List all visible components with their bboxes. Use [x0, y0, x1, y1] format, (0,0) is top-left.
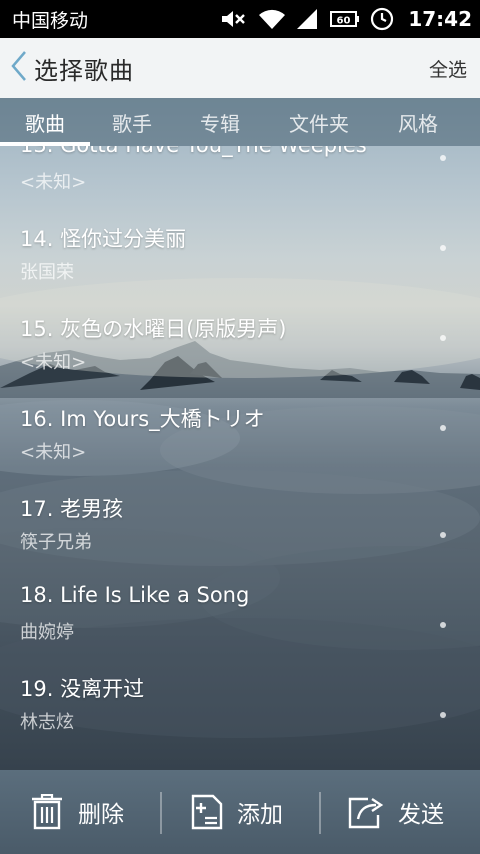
- category-tabs: 歌曲 歌手 专辑 文件夹 风格: [0, 98, 480, 146]
- send-label: 发送: [398, 802, 444, 828]
- wifi-icon: [258, 8, 286, 30]
- battery-level: 60: [337, 16, 351, 27]
- delete-label: 删除: [78, 802, 124, 828]
- status-time: 17:42: [408, 7, 472, 31]
- song-title: 17. 老男孩: [20, 497, 124, 521]
- toolbar-divider: [319, 792, 321, 834]
- song-title: 13. Gotta Have You_The Weepies: [20, 146, 367, 157]
- song-item[interactable]: 17. 老男孩 筷子兄弟: [0, 490, 480, 580]
- tab-genres-label: 风格: [398, 111, 438, 136]
- tab-albums-label: 专辑: [200, 111, 240, 136]
- select-dot-icon[interactable]: [440, 622, 446, 628]
- back-button[interactable]: [0, 38, 28, 98]
- song-item[interactable]: 16. Im Yours_大橋トリオ <未知>: [0, 400, 480, 490]
- bottom-toolbar: 删除 添加 发送: [0, 770, 480, 854]
- tab-artists[interactable]: 歌手: [90, 98, 174, 146]
- share-icon: [348, 795, 384, 829]
- song-list: 13. Gotta Have You_The Weepies <未知> 14. …: [0, 146, 480, 770]
- add-to-list-icon: [191, 794, 223, 830]
- tab-songs-label: 歌曲: [25, 111, 65, 136]
- song-artist: 林志炫: [20, 712, 74, 733]
- song-item[interactable]: 14. 怪你过分美丽 张国荣: [0, 220, 480, 310]
- add-label: 添加: [237, 802, 283, 828]
- chevron-left-icon: [10, 50, 28, 86]
- song-title: 19. 没离开过: [20, 677, 145, 701]
- song-artist: <未知>: [20, 352, 87, 373]
- tab-songs[interactable]: 歌曲: [0, 98, 90, 146]
- signal-icon: [296, 8, 318, 30]
- header: 选择歌曲 全选: [0, 38, 480, 98]
- tab-genres[interactable]: 风格: [372, 98, 464, 146]
- tab-folders-label: 文件夹: [289, 111, 349, 136]
- status-bar: 中国移动 60 17:42: [0, 0, 480, 38]
- song-artist: <未知>: [20, 172, 87, 193]
- send-button[interactable]: 发送: [348, 770, 444, 854]
- tab-folders[interactable]: 文件夹: [266, 98, 372, 146]
- status-icons: 60 17:42: [220, 7, 472, 31]
- song-artist: <未知>: [20, 442, 87, 463]
- page-title: 选择歌曲: [34, 56, 134, 85]
- song-item[interactable]: 15. 灰色の水曜日(原版男声) <未知>: [0, 310, 480, 400]
- song-title: 18. Life Is Like a Song: [20, 583, 250, 607]
- song-title: 15. 灰色の水曜日(原版男声): [20, 317, 287, 341]
- mute-icon: [220, 9, 246, 29]
- select-dot-icon[interactable]: [440, 155, 446, 161]
- song-title: 16. Im Yours_大橋トリオ: [20, 407, 265, 431]
- tab-albums[interactable]: 专辑: [174, 98, 266, 146]
- clock-icon: [370, 7, 394, 31]
- battery-icon: 60: [330, 10, 360, 28]
- song-artist: 曲婉婷: [20, 622, 74, 643]
- add-button[interactable]: 添加: [191, 770, 283, 854]
- song-artist: 筷子兄弟: [20, 532, 92, 553]
- delete-button[interactable]: 删除: [30, 770, 124, 854]
- select-dot-icon[interactable]: [440, 712, 446, 718]
- song-item[interactable]: 18. Life Is Like a Song 曲婉婷: [0, 580, 480, 670]
- tab-artists-label: 歌手: [112, 111, 152, 136]
- carrier-name: 中国移动: [12, 9, 89, 32]
- song-artist: 张国荣: [20, 262, 74, 283]
- select-all-button[interactable]: 全选: [429, 55, 467, 82]
- song-item[interactable]: 19. 没离开过 林志炫: [0, 670, 480, 760]
- select-dot-icon[interactable]: [440, 532, 446, 538]
- select-dot-icon[interactable]: [440, 425, 446, 431]
- song-title: 14. 怪你过分美丽: [20, 227, 187, 251]
- select-dot-icon[interactable]: [440, 245, 446, 251]
- song-item[interactable]: 13. Gotta Have You_The Weepies <未知>: [0, 146, 480, 220]
- toolbar-divider: [160, 792, 162, 834]
- trash-icon: [30, 794, 64, 830]
- select-dot-icon[interactable]: [440, 335, 446, 341]
